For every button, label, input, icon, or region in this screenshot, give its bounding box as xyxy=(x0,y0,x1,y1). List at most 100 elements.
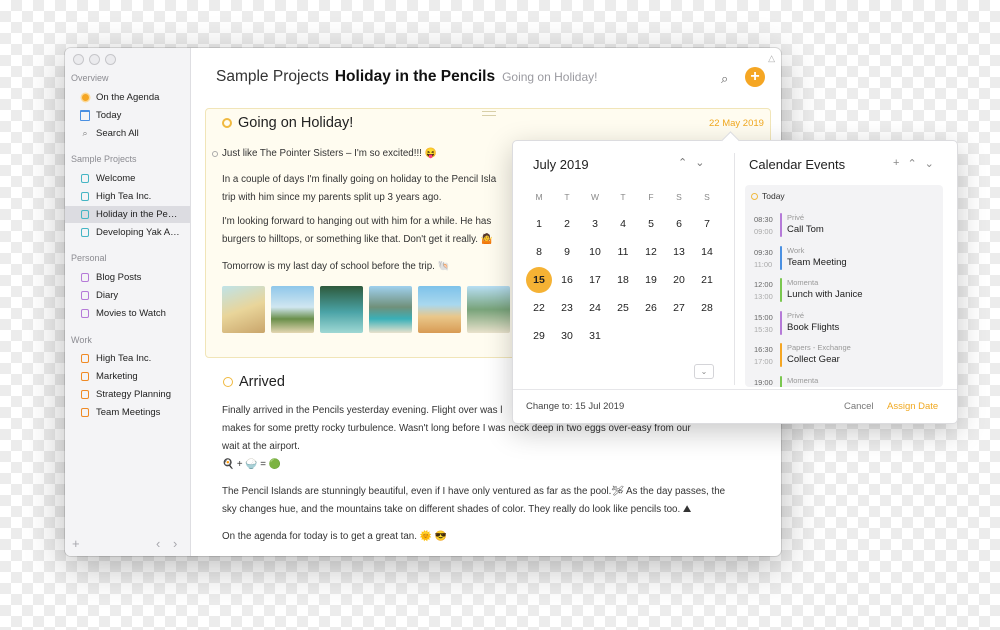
close-window-button[interactable] xyxy=(73,54,84,65)
calendar-day[interactable]: 31 xyxy=(581,330,609,342)
event-row[interactable]: 08:30 09:00 Privé Call Tom xyxy=(745,212,943,242)
photo-thumbnail[interactable] xyxy=(222,286,265,333)
breadcrumb-project[interactable]: Sample Projects xyxy=(216,68,329,86)
entry-status-icon[interactable] xyxy=(223,377,233,387)
calendar-day[interactable]: 1 xyxy=(525,218,553,230)
note-icon xyxy=(79,209,91,221)
add-event-icon[interactable]: + xyxy=(893,157,899,170)
calendar-day[interactable]: 18 xyxy=(609,274,637,286)
photo-thumbnail[interactable] xyxy=(467,286,510,333)
sidebar-item-on-the-agenda[interactable]: On the Agenda xyxy=(65,89,190,106)
entry-paragraph: 🍳 + 🍚 = 🟢 xyxy=(222,459,281,470)
weekday-label: T xyxy=(620,192,626,202)
cancel-button[interactable]: Cancel xyxy=(844,401,874,412)
event-color-bar xyxy=(780,310,782,335)
calendar-day[interactable]: 22 xyxy=(525,302,553,314)
calendar-day[interactable]: 24 xyxy=(581,302,609,314)
calendar-week-row: 22 23 24 25 26 27 28 xyxy=(525,294,721,322)
calendar-day[interactable]: 27 xyxy=(665,302,693,314)
calendar-day[interactable]: 21 xyxy=(693,274,721,286)
calendar-day[interactable]: 6 xyxy=(665,218,693,230)
calendar-day[interactable]: 11 xyxy=(609,246,637,258)
calendar-day[interactable]: 30 xyxy=(553,330,581,342)
calendar-day[interactable]: 5 xyxy=(637,218,665,230)
event-row[interactable]: 09:30 11:00 Work Team Meeting xyxy=(745,245,943,275)
forward-button[interactable]: › xyxy=(173,536,177,551)
sidebar-item-strategy-planning[interactable]: Strategy Planning xyxy=(65,386,190,403)
calendar-day[interactable]: 2 xyxy=(553,218,581,230)
chevron-down-icon[interactable]: ⌄ xyxy=(695,156,704,169)
sidebar-item-developing-yak-apps[interactable]: Developing Yak Apps xyxy=(65,224,190,241)
calendar-day[interactable]: 4 xyxy=(609,218,637,230)
warning-icon: △ xyxy=(768,53,775,63)
calendar-day[interactable]: 9 xyxy=(553,246,581,258)
sidebar-item-blog-posts[interactable]: Blog Posts xyxy=(65,269,190,286)
sidebar-item-movies-to-watch[interactable]: Movies to Watch xyxy=(65,305,190,322)
photo-thumbnail[interactable] xyxy=(320,286,363,333)
calendar-day[interactable]: 23 xyxy=(553,302,581,314)
zoom-window-button[interactable] xyxy=(105,54,116,65)
assign-date-button[interactable]: Assign Date xyxy=(887,401,938,412)
calendar-week-row: 1234567 xyxy=(525,210,721,238)
chevron-up-icon[interactable]: ⌃ xyxy=(907,157,916,170)
chevron-up-icon[interactable]: ⌃ xyxy=(678,156,687,169)
calendar-day[interactable]: 19 xyxy=(637,274,665,286)
add-project-button[interactable]: + xyxy=(72,536,80,551)
sidebar-item-high-tea[interactable]: High Tea Inc. xyxy=(65,188,190,205)
minimize-window-button[interactable] xyxy=(89,54,100,65)
calendar-day[interactable]: 12 xyxy=(637,246,665,258)
sidebar-item-diary[interactable]: Diary xyxy=(65,287,190,304)
calendar-day[interactable]: 17 xyxy=(581,274,609,286)
calendar-day[interactable]: 7 xyxy=(693,218,721,230)
photo-thumbnail[interactable] xyxy=(418,286,461,333)
sidebar-item-welcome[interactable]: Welcome xyxy=(65,170,190,187)
entry-status-icon[interactable] xyxy=(222,118,232,128)
calendar-day-selected[interactable]: 15 xyxy=(526,267,552,293)
photo-thumbnail[interactable] xyxy=(271,286,314,333)
entry-date[interactable]: 22 May 2019 xyxy=(709,118,764,129)
calendar-day[interactable]: 16 xyxy=(553,274,581,286)
chevron-down-icon[interactable]: ⌄ xyxy=(694,364,714,379)
calendar-day[interactable]: 8 xyxy=(525,246,553,258)
sidebar-item-work-high-tea[interactable]: High Tea Inc. xyxy=(65,350,190,367)
event-name: Book Flights xyxy=(787,321,840,333)
entry-paragraph: In a couple of days I'm finally going on… xyxy=(222,174,497,185)
add-entry-button[interactable]: + xyxy=(745,67,765,87)
event-color-bar xyxy=(780,375,782,387)
calendar-day[interactable]: 28 xyxy=(693,302,721,314)
event-row[interactable]: 12:00 13:00 Momenta Lunch with Janice xyxy=(745,277,943,307)
event-row[interactable]: 16:30 17:00 Papers - Exchange Collect Gear xyxy=(745,342,943,372)
sidebar-item-holiday-in-the-pencils[interactable]: Holiday in the Pencils xyxy=(65,206,190,223)
events-controls: + ⌃ ⌄ xyxy=(893,157,934,170)
calendar-month-label: July 2019 xyxy=(533,157,589,172)
event-row[interactable]: 15:00 15:30 Privé Book Flights xyxy=(745,310,943,340)
event-end-time: 13:00 xyxy=(754,292,773,301)
sidebar-item-marketing[interactable]: Marketing xyxy=(65,368,190,385)
drag-handle[interactable] xyxy=(482,111,496,116)
calendar-day[interactable]: 10 xyxy=(581,246,609,258)
sidebar-item-search-all[interactable]: ⌕ Search All xyxy=(65,125,190,142)
search-icon[interactable]: ⌕ xyxy=(721,71,728,87)
event-row[interactable]: 19:00 Momenta xyxy=(745,375,943,387)
section-sample-projects: Sample Projects xyxy=(71,154,137,164)
calendar-day[interactable]: 14 xyxy=(693,246,721,258)
weekday-label: M xyxy=(535,192,543,202)
weekday-label: S xyxy=(704,192,710,202)
event-calendar: Papers - Exchange xyxy=(787,343,851,352)
photo-thumbnail[interactable] xyxy=(369,286,412,333)
calendar-day[interactable]: 26 xyxy=(637,302,665,314)
section-work: Work xyxy=(71,335,92,345)
back-button[interactable]: ‹ xyxy=(156,536,160,551)
sidebar-item-today[interactable]: Today xyxy=(65,107,190,124)
calendar-day[interactable]: 3 xyxy=(581,218,609,230)
sidebar-item-team-meetings[interactable]: Team Meetings xyxy=(65,404,190,421)
calendar-day[interactable]: 25 xyxy=(609,302,637,314)
chevron-down-icon[interactable]: ⌄ xyxy=(925,157,934,170)
calendar-day[interactable]: 29 xyxy=(525,330,553,342)
entry-paragraph: trip with him since my parents split up … xyxy=(222,192,442,203)
calendar-day[interactable]: 20 xyxy=(665,274,693,286)
note-icon xyxy=(79,272,91,284)
calendar-day[interactable]: 13 xyxy=(665,246,693,258)
today-marker: Today xyxy=(751,191,785,201)
event-start-time: 16:30 xyxy=(754,345,773,354)
